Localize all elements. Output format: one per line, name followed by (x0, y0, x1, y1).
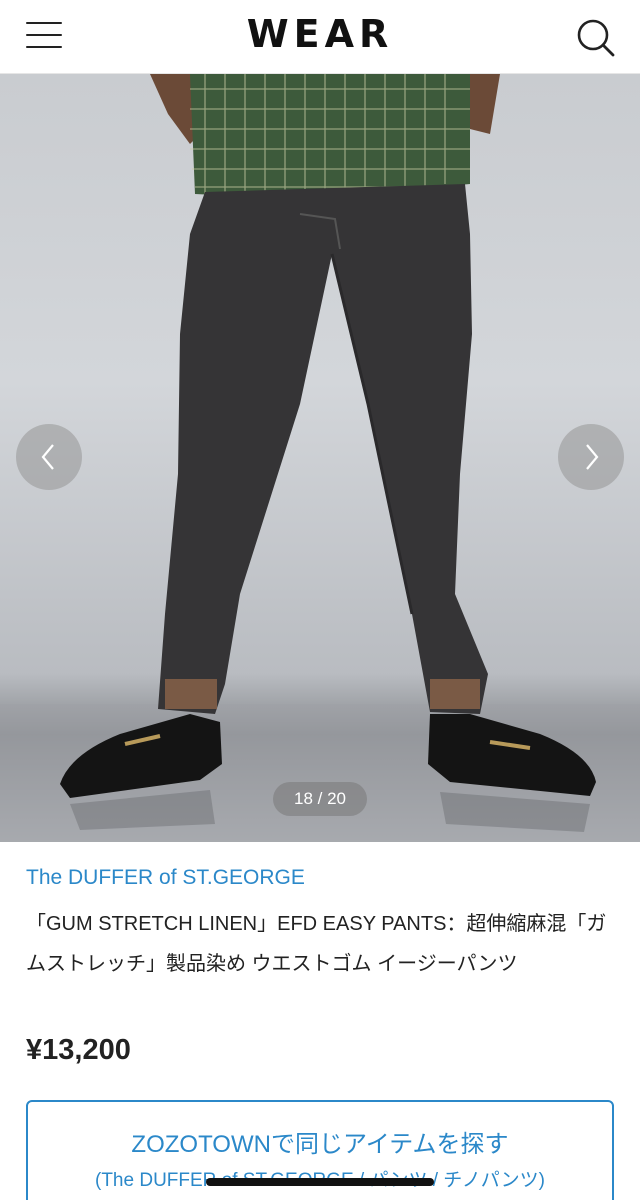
previous-image-button[interactable] (16, 424, 82, 490)
image-counter: 18 / 20 (273, 782, 367, 816)
next-image-button[interactable] (558, 424, 624, 490)
product-image (0, 74, 640, 842)
home-indicator[interactable] (206, 1178, 434, 1186)
item-title: 「GUM STRETCH LINEN」EFD EASY PANTS：超伸縮麻混「… (26, 913, 607, 975)
wear-logo[interactable]: WEAR (0, 12, 640, 56)
brand-link[interactable]: The DUFFER of ST.GEORGE (26, 866, 305, 890)
search-icon[interactable] (574, 16, 618, 60)
chevron-left-icon (41, 444, 54, 470)
product-photo[interactable]: 18 / 20 (0, 74, 640, 842)
chevron-right-icon (586, 444, 599, 470)
zozotown-button-label: ZOZOTOWNで同じアイテムを探す (131, 1131, 509, 1158)
header: WEAR (0, 0, 640, 74)
item-price: ¥13,200 (26, 1034, 131, 1066)
